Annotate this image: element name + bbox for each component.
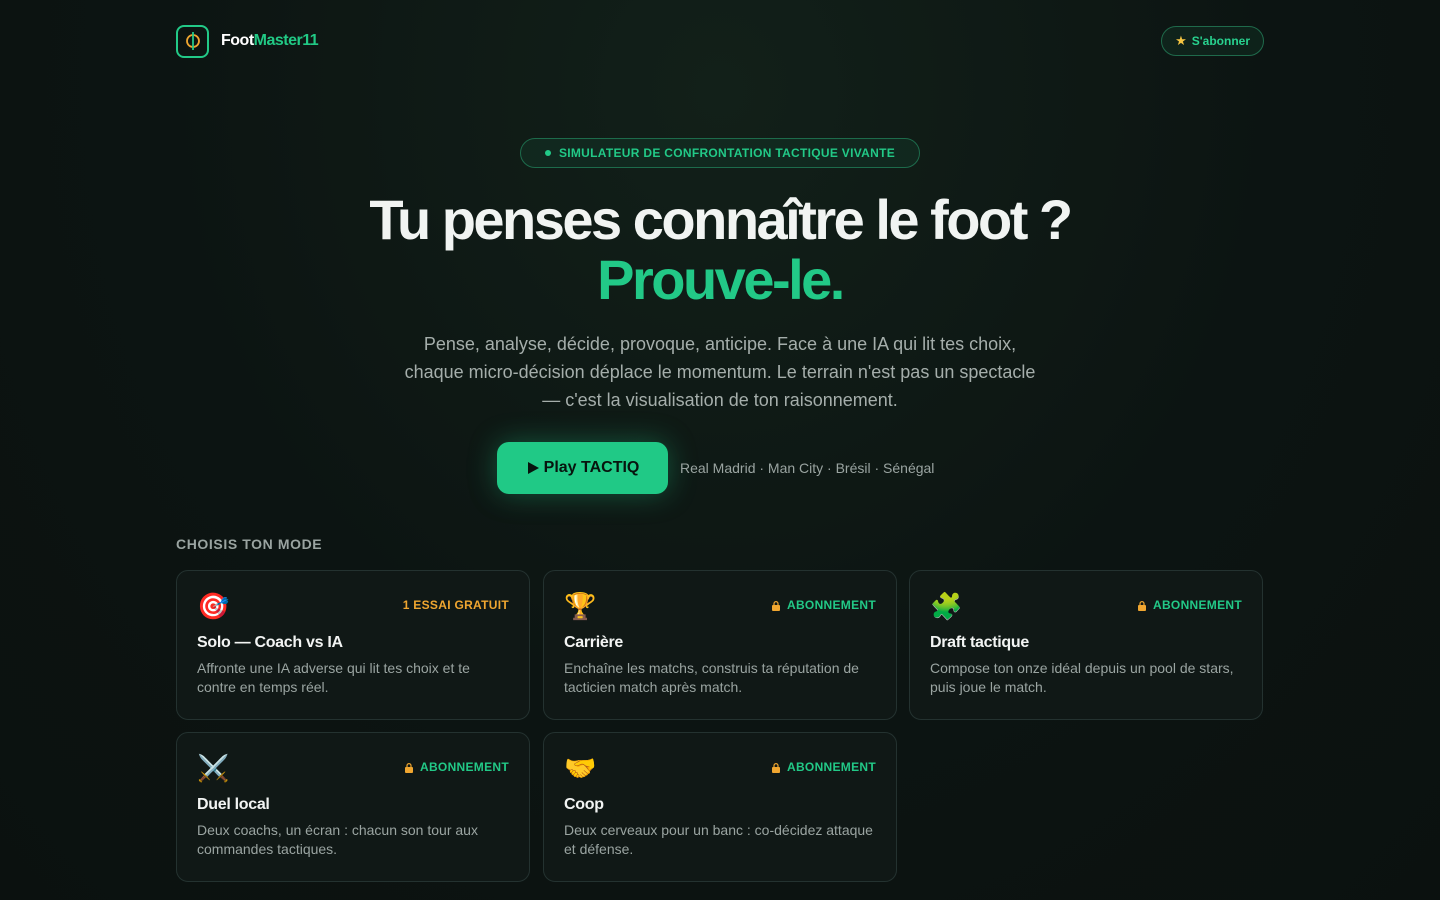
lead-line3: — c'est la visualisation de ton raisonne…	[542, 390, 898, 410]
handshake-icon: 🤝	[564, 753, 597, 783]
brand-name-part2: Master11	[253, 32, 319, 49]
brand[interactable]: FootMaster11	[176, 24, 319, 58]
featured-teams: Real Madrid · Man City · Brésil · Sénéga…	[680, 460, 935, 476]
mode-description: Compose ton onze idéal depuis un pool de…	[930, 660, 1234, 695]
mode-card-coop[interactable]: 🤝 ABONNEMENT Coop Deux cerveaux pour un …	[543, 732, 897, 882]
mode-card-solo[interactable]: 🎯 1 ESSAI GRATUIT Solo — Coach vs IA Aff…	[176, 570, 530, 720]
headline-line1: Tu penses connaître le foot ?	[369, 188, 1073, 251]
subscription-badge: ABONNEMENT	[404, 760, 509, 774]
play-label: Play TACTIQ	[543, 459, 640, 476]
top-bar: FootMaster11 ★ S'abonner	[176, 24, 1264, 58]
lead-line1: Pense, analyse, décide, provoque, antici…	[423, 334, 1017, 354]
cta-row: Play TACTIQ Real Madrid · Man City · Bré…	[497, 442, 934, 494]
mode-card-draft[interactable]: 🧩 ABONNEMENT Draft tactique Compose ton …	[909, 570, 1263, 720]
brand-name: FootMaster11	[221, 32, 319, 50]
mode-description: Enchaîne les matchs, construis ta réputa…	[564, 660, 859, 695]
star-icon: ★	[1175, 33, 1187, 48]
badge-label: ABONNEMENT	[787, 760, 876, 774]
lead-paragraph: Pense, analyse, décide, provoque, antici…	[370, 330, 1070, 414]
trophy-icon: 🏆	[564, 591, 597, 621]
subscribe-label: S'abonner	[1191, 34, 1250, 48]
dot-icon	[544, 150, 551, 156]
mode-title: Coop	[564, 796, 604, 813]
lock-icon	[772, 601, 780, 611]
trial-badge: 1 ESSAI GRATUIT	[403, 598, 509, 612]
mode-title: Draft tactique	[930, 634, 1029, 651]
mode-description: Deux coachs, un écran : chacun son tour …	[197, 822, 478, 857]
mode-title: Carrière	[564, 634, 623, 651]
subscription-badge: ABONNEMENT	[1137, 598, 1242, 612]
lock-icon	[405, 763, 413, 773]
play-button[interactable]: Play TACTIQ	[497, 442, 668, 494]
mode-description: Deux cerveaux pour un banc : co-décidez …	[564, 822, 873, 857]
subscription-badge: ABONNEMENT	[771, 598, 876, 612]
lock-icon	[772, 763, 780, 773]
page-title: Tu penses connaître le foot ? Prouve-le.	[0, 190, 1440, 310]
subscribe-button[interactable]: ★ S'abonner	[1161, 26, 1264, 56]
crossed-swords-icon: ⚔️	[197, 753, 230, 783]
badge-label: ABONNEMENT	[420, 760, 509, 774]
mode-card-carriere[interactable]: 🏆 ABONNEMENT Carrière Enchaîne les match…	[543, 570, 897, 720]
headline-line2: Prouve-le.	[597, 248, 845, 311]
mode-description: Affronte une IA adverse qui lit tes choi…	[197, 660, 470, 695]
puzzle-icon: 🧩	[930, 591, 963, 621]
badge-label: 1 ESSAI GRATUIT	[402, 598, 509, 612]
lead-line2: chaque micro-décision déplace le momentu…	[404, 362, 1036, 382]
badge-label: ABONNEMENT	[1153, 598, 1242, 612]
badge-label: ABONNEMENT	[787, 598, 876, 612]
subscription-badge: ABONNEMENT	[771, 760, 876, 774]
play-icon	[527, 462, 539, 474]
logo-icon	[176, 24, 209, 58]
target-icon: 🎯	[197, 591, 230, 621]
section-label-modes: CHOISIS TON MODE	[176, 536, 323, 552]
mode-card-duel[interactable]: ⚔️ ABONNEMENT Duel local Deux coachs, un…	[176, 732, 530, 882]
tagline-text: SIMULATEUR DE CONFRONTATION TACTIQUE VIV…	[558, 146, 896, 160]
brand-name-part1: Foot	[221, 32, 254, 49]
lock-icon	[1138, 601, 1146, 611]
tagline-pill: SIMULATEUR DE CONFRONTATION TACTIQUE VIV…	[520, 138, 920, 168]
mode-title: Duel local	[197, 796, 270, 813]
mode-title: Solo — Coach vs IA	[197, 634, 343, 651]
